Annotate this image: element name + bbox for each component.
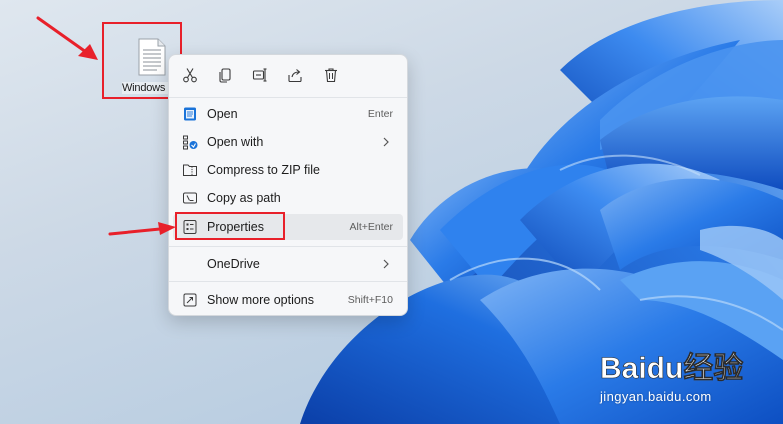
svg-text:Baidu经验: Baidu经验	[600, 351, 743, 385]
menu-item-onedrive-label: OneDrive	[207, 257, 260, 271]
copy-icon	[219, 68, 231, 83]
menu-separator	[169, 97, 407, 98]
menu-item-open[interactable]: Open Enter	[173, 101, 403, 127]
menu-item-open-shortcut: Enter	[367, 108, 393, 120]
baidu-logo-icon: Baidu经验	[600, 351, 744, 386]
cut-button[interactable]	[181, 66, 199, 84]
watermark-url: jingyan.baidu.com	[600, 389, 712, 404]
menu-item-open-with[interactable]: Open with	[173, 129, 403, 155]
scissors-icon	[183, 68, 197, 83]
menu-item-show-more-options[interactable]: Show more options Shift+F10	[173, 287, 403, 313]
copy-button[interactable]	[216, 66, 234, 84]
menu-item-compress-zip[interactable]: Compress to ZIP file	[173, 157, 403, 183]
menu-item-copy-as-path[interactable]: Copy as path	[173, 185, 403, 211]
menu-item-open-with-label: Open with	[207, 135, 264, 149]
annotation-box-properties	[175, 212, 285, 240]
menu-item-show-more-options-shortcut: Shift+F10	[347, 294, 393, 306]
menu-item-show-more-options-label: Show more options	[207, 293, 315, 307]
delete-button[interactable]	[322, 66, 340, 84]
desktop: Windows Open Enter Open with Compress to…	[0, 0, 783, 424]
rename-button[interactable]	[251, 66, 269, 84]
annotation-arrow-icon	[36, 16, 98, 60]
annotation-arrow-icon	[108, 222, 176, 236]
menu-item-open-label: Open	[207, 107, 238, 121]
menu-item-properties-shortcut: Alt+Enter	[349, 221, 393, 233]
open-with-icon	[183, 135, 198, 150]
copy-path-icon	[183, 192, 197, 204]
rename-icon	[252, 68, 267, 82]
baidu-watermark: Baidu经验 jingyan.baidu.com	[598, 340, 758, 410]
menu-item-onedrive[interactable]: OneDrive	[173, 251, 403, 277]
menu-item-compress-zip-label: Compress to ZIP file	[207, 163, 321, 177]
expand-icon	[183, 293, 197, 307]
trash-icon	[325, 68, 337, 83]
context-menu: Open Enter Open with Compress to ZIP fil…	[168, 54, 408, 316]
menu-separator	[169, 281, 407, 282]
menu-item-copy-as-path-label: Copy as path	[207, 191, 281, 205]
zip-folder-icon	[183, 164, 197, 176]
share-icon	[288, 69, 302, 83]
chevron-right-icon	[383, 259, 389, 269]
quick-actions-bar	[169, 55, 407, 95]
share-button[interactable]	[286, 66, 304, 84]
menu-separator	[169, 246, 407, 247]
chevron-right-icon	[383, 137, 389, 147]
notepad-icon	[184, 107, 196, 121]
